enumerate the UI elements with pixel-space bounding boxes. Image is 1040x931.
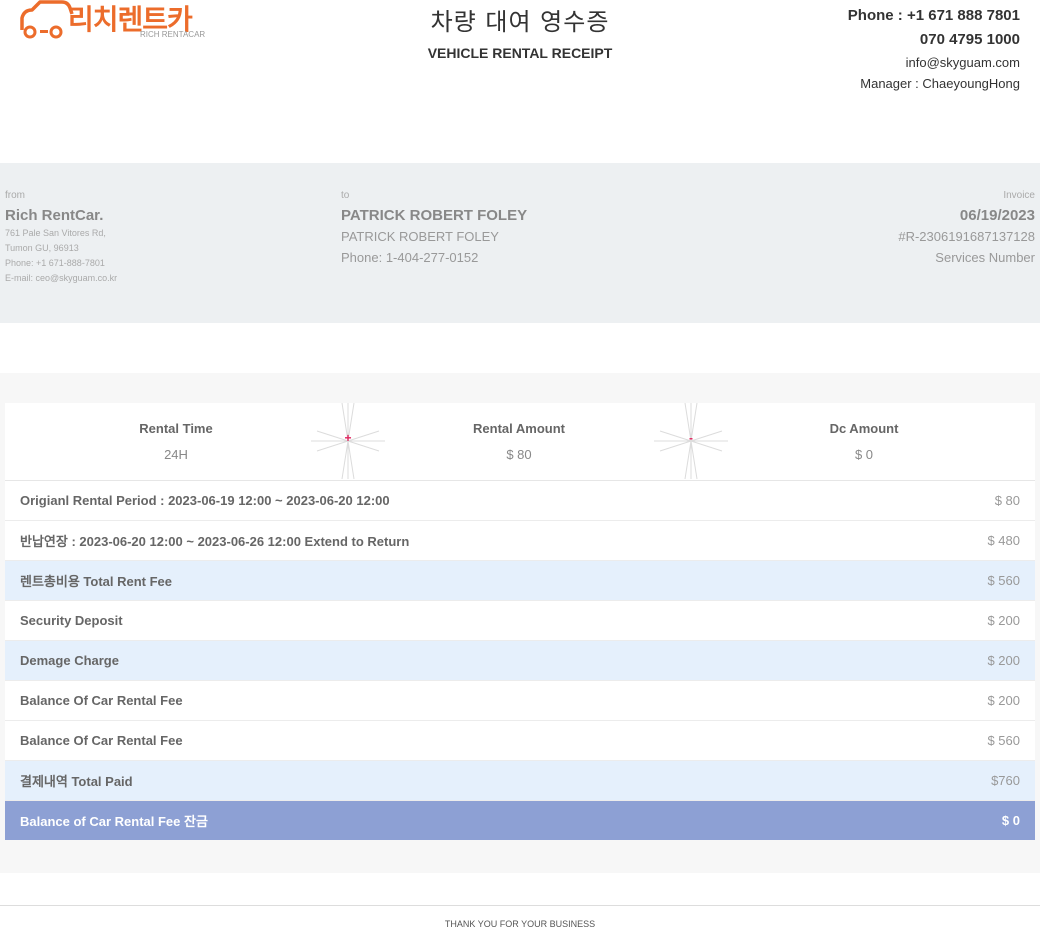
contact-phone: Phone : +1 671 888 7801 <box>847 7 1020 24</box>
footer-divider <box>0 905 1040 906</box>
row-label: Balance Of Car Rental Fee <box>20 733 183 748</box>
row-amount: $ 560 <box>987 573 1020 588</box>
title-block: 차량 대여 영수증 VEHICLE RENTAL RECEIPT <box>370 0 670 61</box>
invoice-date: 06/19/2023 <box>959 207 1035 224</box>
table-row-original-period: Origianl Rental Period : 2023-06-19 12:0… <box>5 481 1035 521</box>
to-name: PATRICK ROBERT FOLEY <box>341 207 528 224</box>
row-label: Balance of Car Rental Fee 잔금 <box>20 814 208 829</box>
row-amount: $ 560 <box>987 733 1020 748</box>
rental-amount-label: Rental Amount <box>473 421 565 436</box>
row-amount: $ 200 <box>987 653 1020 668</box>
row-amount: $ 480 <box>987 533 1020 548</box>
rental-time: Rental Time 24H <box>76 421 276 462</box>
row-amount: $ 80 <box>994 493 1020 508</box>
to-label: to <box>341 190 350 201</box>
plus-icon: + <box>311 402 385 480</box>
rental-time-number: 24 <box>164 447 179 462</box>
dc-amount: Dc Amount $ 0 <box>764 421 964 462</box>
address-band: from Rich RentCar. 761 Pale San Vitores … <box>0 163 1040 323</box>
from-label: from <box>5 190 25 201</box>
row-amount: $ 0 <box>1001 813 1020 828</box>
minus-sign: - <box>689 431 693 445</box>
contact-phone-2: 070 4795 1000 <box>919 31 1020 48</box>
contact-info: Phone : +1 671 888 7801 070 4795 1000 in… <box>848 4 1020 94</box>
row-label: 렌트총비용 Total Rent Fee <box>20 574 173 589</box>
from-name: Rich RentCar. <box>5 207 104 224</box>
table-row-total-rent-fee: 렌트총비용 Total Rent Fee $ 560 <box>5 561 1035 601</box>
rental-time-label: Rental Time <box>139 421 213 436</box>
plus-sign: + <box>344 431 352 445</box>
rental-amount: Rental Amount $ 80 <box>419 421 619 462</box>
from-address-1: 761 Pale San Vitores Rd, <box>5 228 106 238</box>
dc-amount-label: Dc Amount <box>829 421 899 436</box>
contact-email: info@skyguam.com <box>905 55 1020 70</box>
table-row-damage-charge: Demage Charge $ 200 <box>5 641 1035 681</box>
table-row-total-paid: 결제내역 Total Paid $760 <box>5 761 1035 801</box>
minus-icon: - <box>654 402 728 480</box>
to-name-secondary: PATRICK ROBERT FOLEY <box>341 229 499 244</box>
receipt-card: Rental Time 24H + Rental Amount $ 80 - D… <box>5 402 1035 840</box>
from-address-2: Tumon GU, 96913 <box>5 243 79 253</box>
row-amount: $ 200 <box>987 613 1020 628</box>
table-row-security-deposit: Security Deposit $ 200 <box>5 601 1035 641</box>
row-amount: $760 <box>991 773 1020 788</box>
invoice-label: Invoice <box>1003 190 1035 201</box>
page-title-en: VEHICLE RENTAL RECEIPT <box>427 45 613 61</box>
page-title-ko: 차량 대여 영수증 <box>430 8 610 36</box>
from-phone: Phone: +1 671-888-7801 <box>5 258 105 268</box>
invoice-number: #R-2306191687137128 <box>898 229 1035 244</box>
from-block: from Rich RentCar. 761 Pale San Vitores … <box>5 190 117 286</box>
to-phone: Phone: 1-404-277-0152 <box>341 250 479 265</box>
table-row-balance-1: Balance Of Car Rental Fee $ 200 <box>5 681 1035 721</box>
logo-brand-en: RICH RENTACAR <box>140 30 206 39</box>
contact-manager: Manager : ChaeyoungHong <box>860 76 1020 91</box>
to-block: to PATRICK ROBERT FOLEY PATRICK ROBERT F… <box>341 190 527 268</box>
summary-row: Rental Time 24H + Rental Amount $ 80 - D… <box>5 402 1035 481</box>
footer-text: THANK YOU FOR YOUR BUSINESS <box>444 919 596 929</box>
row-amount: $ 200 <box>987 693 1020 708</box>
company-logo: 리치렌트카 RICH RENTACAR <box>18 0 228 42</box>
row-label: 결제내역 Total Paid <box>20 774 133 789</box>
row-label: Balance Of Car Rental Fee <box>20 693 183 708</box>
rental-amount-value: $ 80 <box>506 447 532 462</box>
table-row-balance-2: Balance Of Car Rental Fee $ 560 <box>5 721 1035 761</box>
row-label: Demage Charge <box>20 653 119 668</box>
receipt-section: Rental Time 24H + Rental Amount $ 80 - D… <box>0 373 1040 873</box>
row-label: Security Deposit <box>20 613 123 628</box>
rental-time-unit: H <box>178 447 188 462</box>
table-row-final-balance: Balance of Car Rental Fee 잔금 $ 0 <box>5 801 1035 840</box>
invoice-caption: Services Number <box>935 250 1035 265</box>
row-label: 반납연장 : 2023-06-20 12:00 ~ 2023-06-26 12:… <box>20 534 410 549</box>
invoice-block: Invoice 06/19/2023 #R-2306191687137128 S… <box>898 190 1035 268</box>
rental-time-value: 24H <box>76 447 276 462</box>
row-label: Origianl Rental Period : 2023-06-19 12:0… <box>20 493 390 508</box>
dc-amount-value: $ 0 <box>854 447 874 462</box>
table-row-extension: 반납연장 : 2023-06-20 12:00 ~ 2023-06-26 12:… <box>5 521 1035 561</box>
from-email: E-mail: ceo@skyguam.co.kr <box>5 273 118 283</box>
